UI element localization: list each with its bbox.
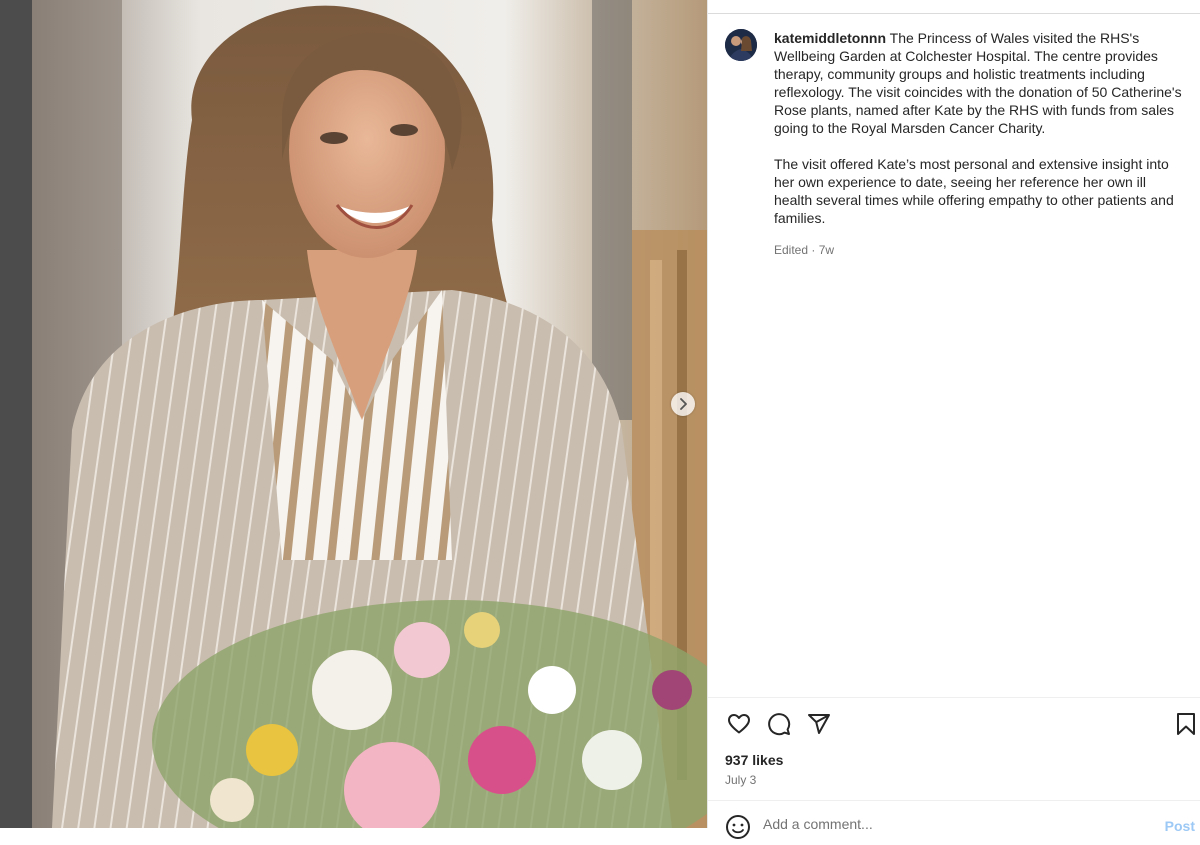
next-photo-button[interactable] (671, 392, 695, 416)
divider (708, 800, 1200, 801)
divider (708, 697, 1200, 698)
share-button[interactable] (805, 710, 833, 738)
like-button[interactable] (725, 710, 753, 738)
bookmark-icon (1177, 713, 1195, 735)
comment-button[interactable] (765, 710, 793, 738)
likes-count[interactable]: 937 likes (725, 752, 783, 768)
heart-icon (728, 714, 750, 734)
comment-bar: Post (725, 814, 1195, 844)
emoji-button[interactable] (725, 814, 751, 840)
post-caption: katemiddletonnn The Princess of Wales vi… (774, 29, 1184, 259)
comment-input[interactable] (763, 816, 1123, 832)
time-ago[interactable]: 7w (819, 243, 834, 257)
page-backdrop (0, 0, 32, 828)
emoji-icon (726, 815, 750, 839)
post-meta: Edited · 7w (774, 243, 835, 257)
chevron-right-icon (680, 398, 687, 410)
caption-text-2: The visit offered Kate’s most personal a… (774, 156, 1174, 226)
edited-label: Edited (774, 243, 809, 257)
avatar[interactable] (725, 29, 757, 61)
username-link[interactable]: katemiddletonnn (774, 30, 886, 46)
post-details-panel: katemiddletonnn The Princess of Wales vi… (707, 0, 1200, 839)
save-button[interactable] (1172, 710, 1200, 738)
post-photo (32, 0, 707, 828)
avatar-image (725, 29, 757, 61)
action-bar (725, 710, 1195, 738)
post-image (32, 0, 707, 828)
send-icon (808, 714, 830, 734)
comment-icon (768, 713, 791, 736)
divider (708, 13, 1200, 14)
post-date: July 3 (725, 773, 757, 787)
post-comment-button[interactable]: Post (1165, 818, 1195, 834)
